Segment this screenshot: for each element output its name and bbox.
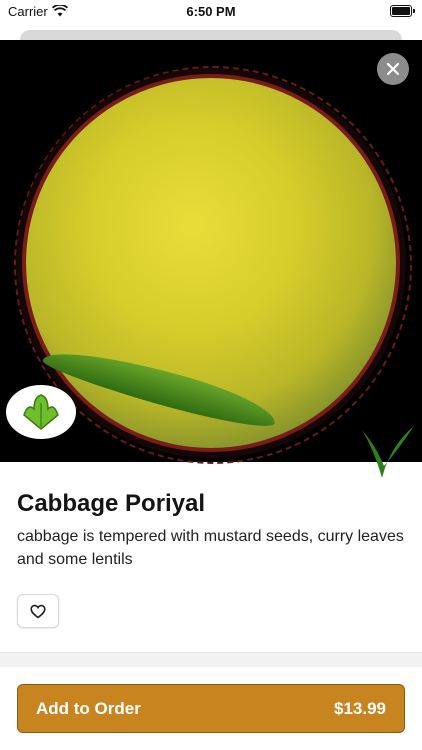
favorite-button[interactable] (17, 594, 59, 628)
leaf-icon (6, 385, 76, 439)
add-to-order-label: Add to Order (36, 698, 141, 718)
check-mark-icon (358, 420, 418, 489)
section-divider (0, 652, 422, 667)
dish-title: Cabbage Poriyal (17, 490, 206, 517)
dish-image (0, 40, 422, 478)
close-icon (386, 62, 400, 76)
close-button[interactable] (377, 53, 409, 85)
add-to-order-button[interactable]: Add to Order $13.99 (17, 684, 405, 733)
battery-icon (390, 5, 415, 17)
order-price: $13.99 (334, 698, 386, 718)
status-bar: Carrier 6:50 PM (0, 0, 422, 24)
dish-description: cabbage is tempered with mustard seeds, … (17, 528, 404, 568)
heart-icon (30, 604, 46, 618)
status-time: 6:50 PM (186, 4, 236, 19)
